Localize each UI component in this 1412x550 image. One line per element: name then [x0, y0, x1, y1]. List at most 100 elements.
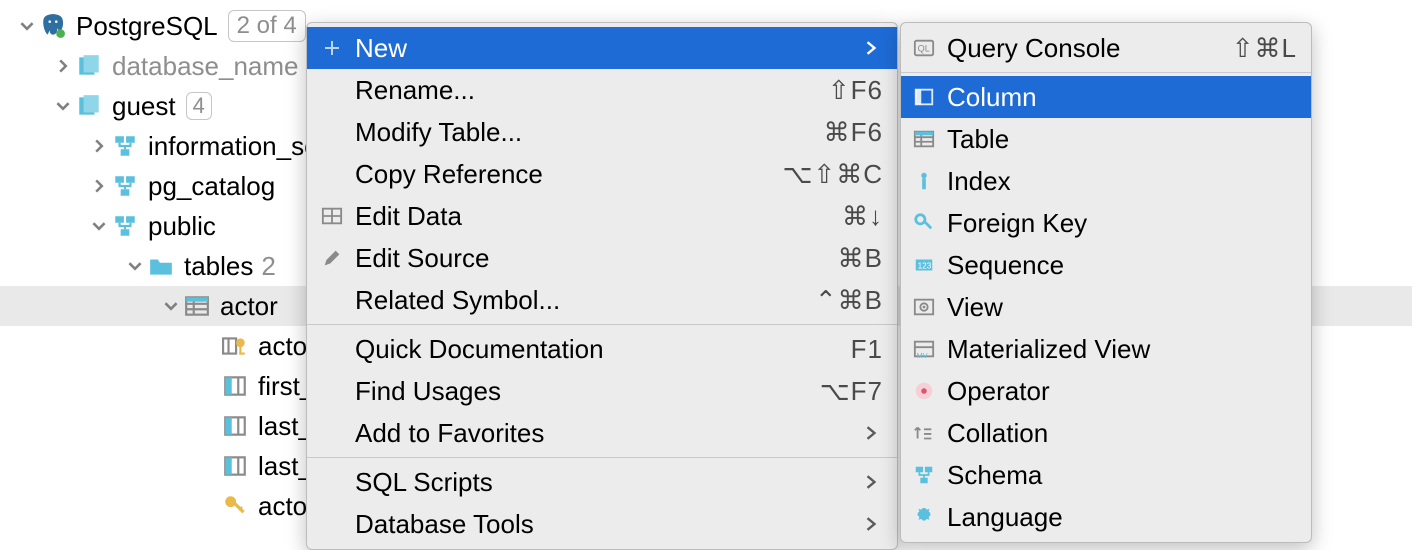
operator-icon	[909, 380, 939, 402]
count-badge: 4	[186, 92, 212, 120]
chevron-down-icon	[18, 17, 36, 35]
menu-shortcut: ⇧⌘L	[1232, 33, 1297, 64]
menu-label: Language	[947, 502, 1297, 533]
menu-label: Add to Favorites	[355, 418, 865, 449]
submenu-item-query-console[interactable]: QL Query Console ⇧⌘L	[901, 27, 1311, 69]
menu-shortcut: ⌘F6	[824, 117, 883, 148]
menu-item-add-to-favorites[interactable]: Add to Favorites	[307, 412, 897, 454]
column-icon	[222, 413, 248, 439]
tree-label: pg_catalog	[148, 171, 275, 202]
tree-label: public	[148, 211, 216, 242]
chevron-right-icon	[90, 137, 108, 155]
folder-icon	[148, 253, 174, 279]
submenu-item-schema[interactable]: Schema	[901, 454, 1311, 496]
submenu-item-foreign-key[interactable]: Foreign Key	[901, 202, 1311, 244]
postgresql-elephant-icon	[40, 13, 66, 39]
submenu-item-view[interactable]: View	[901, 286, 1311, 328]
menu-item-database-tools[interactable]: Database Tools	[307, 503, 897, 545]
menu-label: Sequence	[947, 250, 1297, 281]
submenu-item-table[interactable]: Table	[901, 118, 1311, 160]
submenu-item-index[interactable]: Index	[901, 160, 1311, 202]
menu-shortcut: ⌘↓	[842, 201, 883, 232]
language-icon	[909, 506, 939, 528]
menu-label: SQL Scripts	[355, 467, 865, 498]
column-icon	[222, 453, 248, 479]
column-icon	[909, 86, 939, 108]
submenu-arrow-icon	[865, 41, 883, 55]
sequence-icon: 123	[909, 254, 939, 276]
submenu-arrow-icon	[865, 426, 883, 440]
menu-item-modify-table[interactable]: Modify Table... ⌘F6	[307, 111, 897, 153]
submenu-arrow-icon	[865, 475, 883, 489]
svg-text:QL: QL	[918, 44, 930, 54]
menu-label: Edit Data	[355, 201, 842, 232]
menu-label: Rename...	[355, 75, 828, 106]
column-key-icon	[222, 333, 248, 359]
count-badge: 2 of 4	[228, 10, 306, 42]
schema-icon	[112, 133, 138, 159]
menu-item-edit-data[interactable]: Edit Data ⌘↓	[307, 195, 897, 237]
database-icon	[76, 93, 102, 119]
menu-label: Quick Documentation	[355, 334, 851, 365]
table-icon	[909, 128, 939, 150]
tree-label: PostgreSQL	[76, 11, 218, 42]
menu-label: Related Symbol...	[355, 285, 815, 316]
menu-item-sql-scripts[interactable]: SQL Scripts	[307, 461, 897, 503]
submenu-item-column[interactable]: Column	[901, 76, 1311, 118]
menu-shortcut: ⇧F6	[828, 75, 883, 106]
table-icon	[184, 293, 210, 319]
menu-shortcut: ⌥F7	[820, 376, 883, 407]
chevron-down-icon	[90, 217, 108, 235]
tree-label: tables	[184, 251, 253, 282]
menu-label: Materialized View	[947, 334, 1297, 365]
menu-label: Database Tools	[355, 509, 865, 540]
query-console-icon: QL	[909, 37, 939, 59]
chevron-down-icon	[162, 297, 180, 315]
foreign-key-icon	[909, 212, 939, 234]
key-icon	[222, 493, 248, 519]
plus-icon	[317, 38, 347, 58]
new-submenu: QL Query Console ⇧⌘L Column Table Index …	[900, 22, 1312, 543]
menu-shortcut: F1	[851, 334, 883, 365]
menu-separator	[307, 324, 897, 325]
collation-icon	[909, 422, 939, 444]
menu-shortcut: ⌃⌘B	[815, 285, 883, 316]
menu-item-copy-reference[interactable]: Copy Reference ⌥⇧⌘C	[307, 153, 897, 195]
submenu-item-language[interactable]: Language	[901, 496, 1311, 538]
chevron-right-icon	[90, 177, 108, 195]
menu-item-new[interactable]: New	[307, 27, 897, 69]
submenu-item-operator[interactable]: Operator	[901, 370, 1311, 412]
submenu-item-sequence[interactable]: 123 Sequence	[901, 244, 1311, 286]
materialized-view-icon: MV	[909, 338, 939, 360]
database-icon	[76, 53, 102, 79]
menu-label: View	[947, 292, 1297, 323]
menu-label: New	[355, 33, 865, 64]
count-text: 2	[261, 251, 275, 282]
index-icon	[909, 170, 939, 192]
menu-label: Find Usages	[355, 376, 820, 407]
submenu-item-materialized-view[interactable]: MV Materialized View	[901, 328, 1311, 370]
column-icon	[222, 373, 248, 399]
menu-label: Operator	[947, 376, 1297, 407]
menu-label: Index	[947, 166, 1297, 197]
menu-label: Foreign Key	[947, 208, 1297, 239]
menu-separator	[307, 457, 897, 458]
menu-item-quick-documentation[interactable]: Quick Documentation F1	[307, 328, 897, 370]
menu-label: Table	[947, 124, 1297, 155]
svg-text:MV: MV	[917, 351, 928, 360]
menu-label: Copy Reference	[355, 159, 782, 190]
menu-item-find-usages[interactable]: Find Usages ⌥F7	[307, 370, 897, 412]
schema-icon	[112, 213, 138, 239]
context-menu: New Rename... ⇧F6 Modify Table... ⌘F6 Co…	[306, 22, 898, 550]
menu-item-edit-source[interactable]: Edit Source ⌘B	[307, 237, 897, 279]
pencil-icon	[317, 247, 347, 269]
menu-item-related-symbol[interactable]: Related Symbol... ⌃⌘B	[307, 279, 897, 321]
submenu-item-collation[interactable]: Collation	[901, 412, 1311, 454]
menu-label: Edit Source	[355, 243, 838, 274]
chevron-down-icon	[126, 257, 144, 275]
menu-item-rename[interactable]: Rename... ⇧F6	[307, 69, 897, 111]
menu-label: Column	[947, 82, 1297, 113]
svg-text:123: 123	[918, 262, 932, 271]
tree-label: database_name	[112, 51, 298, 82]
menu-label: Modify Table...	[355, 117, 824, 148]
